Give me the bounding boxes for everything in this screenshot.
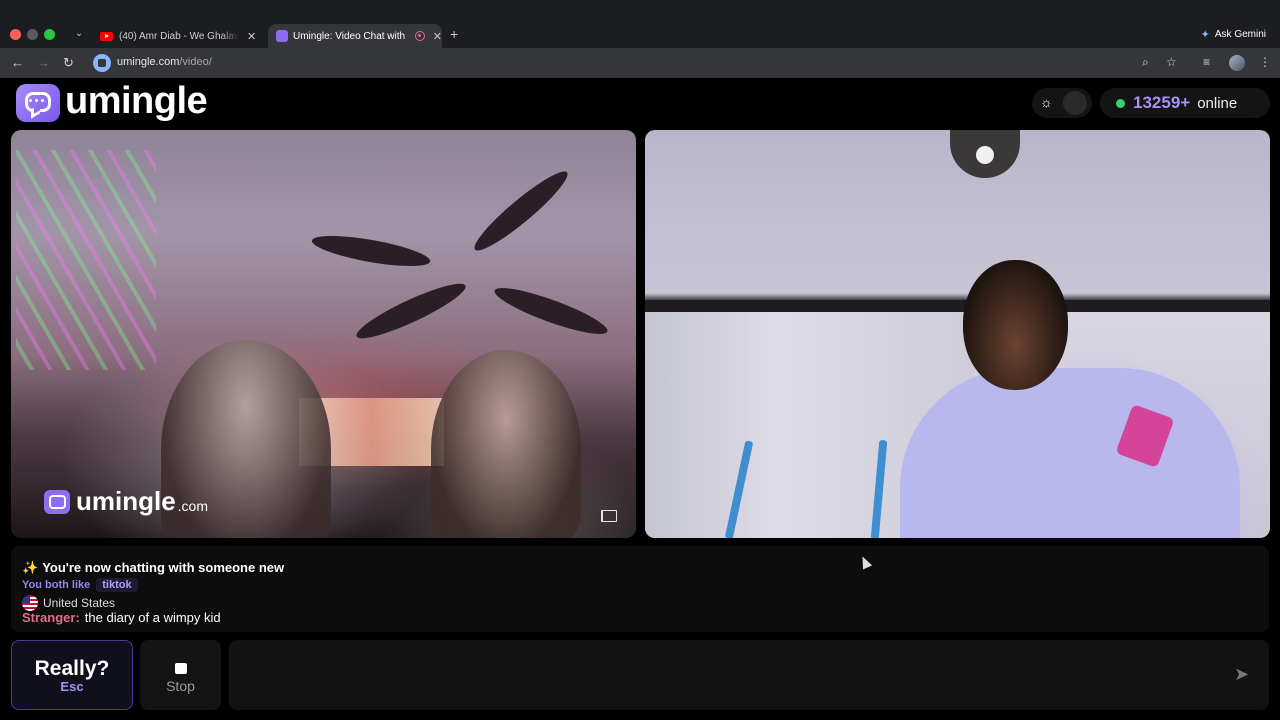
chat-status-text: You're now chatting with someone new [42, 560, 285, 575]
online-label: online [1197, 94, 1238, 112]
youtube-icon [100, 31, 113, 41]
us-flag-icon [22, 595, 38, 611]
reload-icon[interactable]: ↻ [63, 54, 74, 72]
url-host: umingle.com [117, 56, 180, 68]
tab-close-icon[interactable]: ✕ [433, 30, 442, 43]
report-flag-icon[interactable] [601, 510, 617, 522]
browser-tab-bar: ⌄ (40) Amr Diab - We Ghalawtak ✕ Umingle… [0, 0, 1280, 48]
umingle-icon [276, 30, 288, 42]
tab-umingle[interactable]: Umingle: Video Chat with ✕ [268, 24, 442, 48]
likes-label: You both like [22, 579, 91, 591]
site-info-icon[interactable] [93, 54, 111, 72]
shelf-ledge [645, 300, 1270, 312]
window-close-button[interactable] [10, 29, 21, 40]
tab-title: (40) Amr Diab - We Ghalawtak [119, 30, 239, 42]
media-controls-icon[interactable]: ≡ [1203, 55, 1210, 69]
video-watermark: umingle .com [44, 486, 208, 517]
message-text: the diary of a wimpy kid [84, 610, 221, 625]
tab-search-chevron-icon[interactable]: ⌄ [72, 27, 86, 41]
logo-text[interactable]: umingle [65, 80, 208, 123]
watermark-domain: .com [177, 497, 209, 514]
stop-label: Stop [166, 678, 195, 694]
country-name: United States [43, 596, 116, 610]
skip-shortcut: Esc [60, 679, 84, 694]
profile-avatar[interactable] [1229, 55, 1245, 71]
skip-button[interactable]: Really? Esc [11, 640, 133, 710]
toggle-knob [1063, 91, 1087, 115]
window-maximize-button[interactable] [44, 29, 55, 40]
chat-status: ✨ You're now chatting with someone new [22, 560, 284, 576]
stranger-person [431, 350, 581, 538]
theme-toggle[interactable]: ☼ [1032, 88, 1092, 118]
chat-message: Stranger: the diary of a wimpy kid [22, 610, 221, 625]
self-person-torso [900, 368, 1240, 538]
string-lights [16, 150, 156, 370]
tab-title: Umingle: Video Chat with [293, 30, 406, 42]
ceiling-fan [310, 164, 612, 347]
stop-button[interactable]: Stop [140, 640, 221, 710]
url-field[interactable]: umingle.com/video/ [117, 56, 212, 68]
stranger-country: United States [22, 595, 115, 611]
skip-label: Really? [34, 657, 110, 680]
tab-close-icon[interactable]: ✕ [247, 30, 256, 43]
watermark-text: umingle [76, 486, 176, 516]
ceiling-lamp [950, 130, 1020, 178]
tab-youtube[interactable]: (40) Amr Diab - We Ghalawtak ✕ [94, 24, 264, 48]
shared-interests: You both like tiktok [22, 578, 138, 592]
bookmark-star-icon[interactable]: ☆ [1166, 55, 1177, 69]
umingle-logo-icon [44, 489, 70, 514]
umingle-logo-icon[interactable] [16, 84, 60, 122]
browser-menu-icon[interactable]: ⋮ [1259, 55, 1271, 69]
ask-gemini-button[interactable]: ✦ Ask Gemini [1201, 28, 1266, 41]
gemini-label: Ask Gemini [1214, 29, 1266, 40]
online-count: 13259+ [1133, 93, 1191, 112]
url-path: /video/ [179, 56, 212, 68]
send-icon[interactable]: ➤ [1234, 664, 1256, 684]
self-video [645, 130, 1270, 538]
sparkle-icon: ✨ [22, 560, 39, 575]
stop-icon [174, 663, 187, 674]
camera-recording-icon [414, 31, 425, 41]
gemini-icon: ✦ [1200, 29, 1210, 41]
message-input[interactable] [229, 640, 1269, 710]
interest-tag: tiktok [96, 578, 138, 592]
sun-icon: ☼ [1040, 94, 1053, 110]
self-person-head [963, 260, 1068, 390]
window-minimize-button[interactable] [27, 29, 38, 40]
back-arrow-icon[interactable]: ← [11, 54, 24, 72]
new-tab-button[interactable]: + [450, 26, 458, 42]
zoom-icon[interactable]: ⌕ [1142, 55, 1149, 70]
forward-arrow-icon[interactable]: → [37, 54, 50, 72]
stranger-video: umingle .com [11, 130, 636, 538]
message-sender: Stranger: [22, 610, 80, 625]
online-status-dot [1116, 98, 1125, 108]
online-counter: 13259+ online [1100, 88, 1270, 118]
